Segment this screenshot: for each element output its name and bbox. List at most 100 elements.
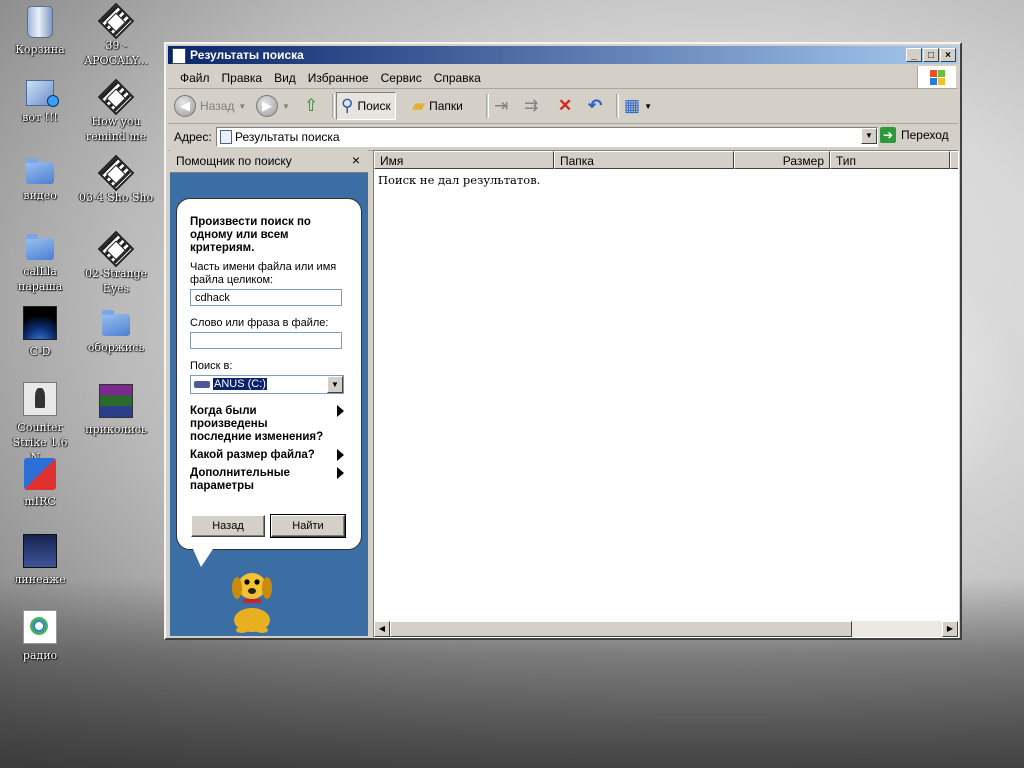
menu-edit[interactable]: Правка xyxy=(216,66,269,85)
desktop-icon-video[interactable]: видео xyxy=(2,156,78,203)
desktop-icon-lineage[interactable]: линеаже xyxy=(2,534,78,587)
undo-button[interactable]: ↶ xyxy=(588,92,602,120)
desktop-icon-recycle-bin[interactable]: Корзина xyxy=(2,6,78,57)
title-bar[interactable]: Результаты поиска _ □ × xyxy=(168,46,958,64)
move-to-button[interactable]: ⇥ xyxy=(494,92,508,120)
menu-help[interactable]: Справка xyxy=(428,66,487,85)
desktop-icon-apocaly[interactable]: 39 - APOCALY... xyxy=(78,2,154,68)
look-in-value: ANUS (C:) xyxy=(213,378,267,390)
address-dropdown-icon[interactable]: ▼ xyxy=(861,128,877,144)
copy-to-button[interactable]: ⇉ xyxy=(524,92,538,120)
views-button[interactable]: ▦ ▼ xyxy=(624,92,652,120)
desktop-icon-label: 39 - APOCALY... xyxy=(84,39,148,67)
desktop-icon-label: линеаже xyxy=(14,573,66,586)
folders-label: Папки xyxy=(429,99,463,113)
search-heading: Произвести поиск по одному или всем крит… xyxy=(190,216,311,254)
scroll-right-icon[interactable]: ▶ xyxy=(942,621,958,637)
desktop-icon-label: Корзина xyxy=(15,43,65,56)
advanced-options-label: Дополнительные параметры xyxy=(190,467,290,492)
forward-arrow-icon: ▶ xyxy=(256,95,278,117)
desktop-icon-label: calLla параша xyxy=(17,265,63,293)
empty-results-message: Поиск не дал результатов. xyxy=(378,173,541,187)
windows-logo-icon xyxy=(917,66,956,88)
phrase-label: Слово или фраза в файле: xyxy=(190,317,329,329)
go-button[interactable]: ➔ Переход xyxy=(880,127,949,143)
phrase-input[interactable] xyxy=(190,332,342,349)
toolbar-separator xyxy=(332,94,335,118)
look-in-label: Поиск в: xyxy=(190,360,233,372)
expand-arrow-icon xyxy=(337,405,344,417)
address-input[interactable]: Результаты поиска ▼ xyxy=(216,127,878,147)
up-folder-button[interactable]: ⇧ xyxy=(304,92,318,120)
desktop-icon-mirc[interactable]: mIRC xyxy=(2,458,78,509)
hard-drive-icon xyxy=(194,381,210,388)
search-bubble: Произвести поиск по одному или всем крит… xyxy=(176,198,362,567)
desktop-icon-strange-eyes[interactable]: 02-Strange Eyes xyxy=(78,230,154,296)
desktop-icon-sho-sho[interactable]: 03-4 Sho Sho xyxy=(78,154,154,205)
menu-tools[interactable]: Сервис xyxy=(375,66,428,85)
date-modified-option[interactable]: Когда были произведены последние изменен… xyxy=(190,405,344,444)
back-button[interactable]: ◀ Назад ▼ xyxy=(174,92,246,120)
search-icon: ⚲ xyxy=(341,96,354,115)
go-arrow-icon: ➔ xyxy=(880,127,896,143)
menu-view[interactable]: Вид xyxy=(268,66,302,85)
forward-button[interactable]: ▶ ▼ xyxy=(256,92,290,120)
folder-icon xyxy=(26,158,54,184)
horizontal-scrollbar[interactable]: ◀ ▶ xyxy=(374,621,958,637)
window-title: Результаты поиска xyxy=(190,48,304,62)
close-pane-icon[interactable]: × xyxy=(352,152,360,168)
desktop-icon-label: C-D xyxy=(29,345,51,358)
desktop-icon-vot[interactable]: вот !!! xyxy=(2,80,78,125)
menu-favorites[interactable]: Избранное xyxy=(302,66,375,85)
scroll-thumb[interactable] xyxy=(390,621,852,637)
column-extra[interactable] xyxy=(950,151,958,169)
desktop-icon-counter-strike[interactable]: Counter Strike 1.6 N... xyxy=(2,382,78,465)
delete-button[interactable]: ✕ xyxy=(558,92,572,120)
column-size[interactable]: Размер xyxy=(734,151,830,169)
recycle-bin-icon xyxy=(27,6,53,38)
desktop-icon-how-you-remind-me[interactable]: How you remind me xyxy=(78,78,154,144)
counter-strike-icon xyxy=(23,382,57,416)
expand-arrow-icon xyxy=(337,449,344,461)
views-icon: ▦ xyxy=(624,96,641,115)
desktop-icon-label: 03-4 Sho Sho xyxy=(78,191,154,204)
network-icon xyxy=(26,80,59,107)
search-button[interactable]: ⚲ Поиск xyxy=(336,92,396,120)
column-type[interactable]: Тип xyxy=(830,151,950,169)
desktop-icon-label: mIRC xyxy=(24,495,56,508)
maximize-button[interactable]: □ xyxy=(923,48,939,62)
mirc-icon xyxy=(24,458,56,490)
scroll-left-icon[interactable]: ◀ xyxy=(374,621,390,637)
lineage-game-icon xyxy=(23,534,57,568)
column-name[interactable]: Имя xyxy=(374,151,554,169)
look-in-select[interactable]: ANUS (C:) ▼ xyxy=(190,375,344,394)
minimize-button[interactable]: _ xyxy=(906,48,922,62)
video-file-icon xyxy=(97,78,135,116)
results-list[interactable]: Имя Папка Размер Тип Поиск не дал резуль… xyxy=(373,150,959,638)
filename-input[interactable]: cdhack xyxy=(190,289,342,306)
desktop-icon-cd[interactable]: C-D xyxy=(2,306,78,359)
move-to-icon: ⇥ xyxy=(494,96,509,115)
toolbar-separator xyxy=(616,94,619,118)
folders-button[interactable]: ▰ Папки xyxy=(412,92,463,120)
desktop-icon-radio[interactable]: радио xyxy=(2,610,78,663)
close-button[interactable]: × xyxy=(940,48,956,62)
desktop-icon-calla[interactable]: calLla параша xyxy=(2,232,78,294)
folder-icon xyxy=(26,234,54,260)
look-in-dropdown-icon[interactable]: ▼ xyxy=(327,376,343,393)
desktop-icon-oborzhis[interactable]: оборжись xyxy=(78,308,154,355)
search-companion-pane: Помощник по поиску × Произвести поиск по… xyxy=(170,150,368,636)
video-file-icon xyxy=(97,154,135,192)
back-search-button[interactable]: Назад xyxy=(191,515,265,537)
column-folder[interactable]: Папка xyxy=(554,151,734,169)
desktop-icon-prikolis[interactable]: приколись xyxy=(78,384,154,437)
back-label: Назад xyxy=(200,99,235,113)
find-button[interactable]: Найти xyxy=(270,514,346,538)
menu-file[interactable]: Файл xyxy=(174,66,216,85)
back-dropdown-icon[interactable]: ▼ xyxy=(238,102,246,111)
desktop-icon-label: оборжись xyxy=(87,341,145,354)
search-label: Поиск xyxy=(357,99,391,113)
file-size-option[interactable]: Какой размер файла? xyxy=(190,449,344,462)
advanced-options[interactable]: Дополнительные параметры xyxy=(190,467,344,493)
forward-dropdown-icon[interactable]: ▼ xyxy=(282,102,290,111)
